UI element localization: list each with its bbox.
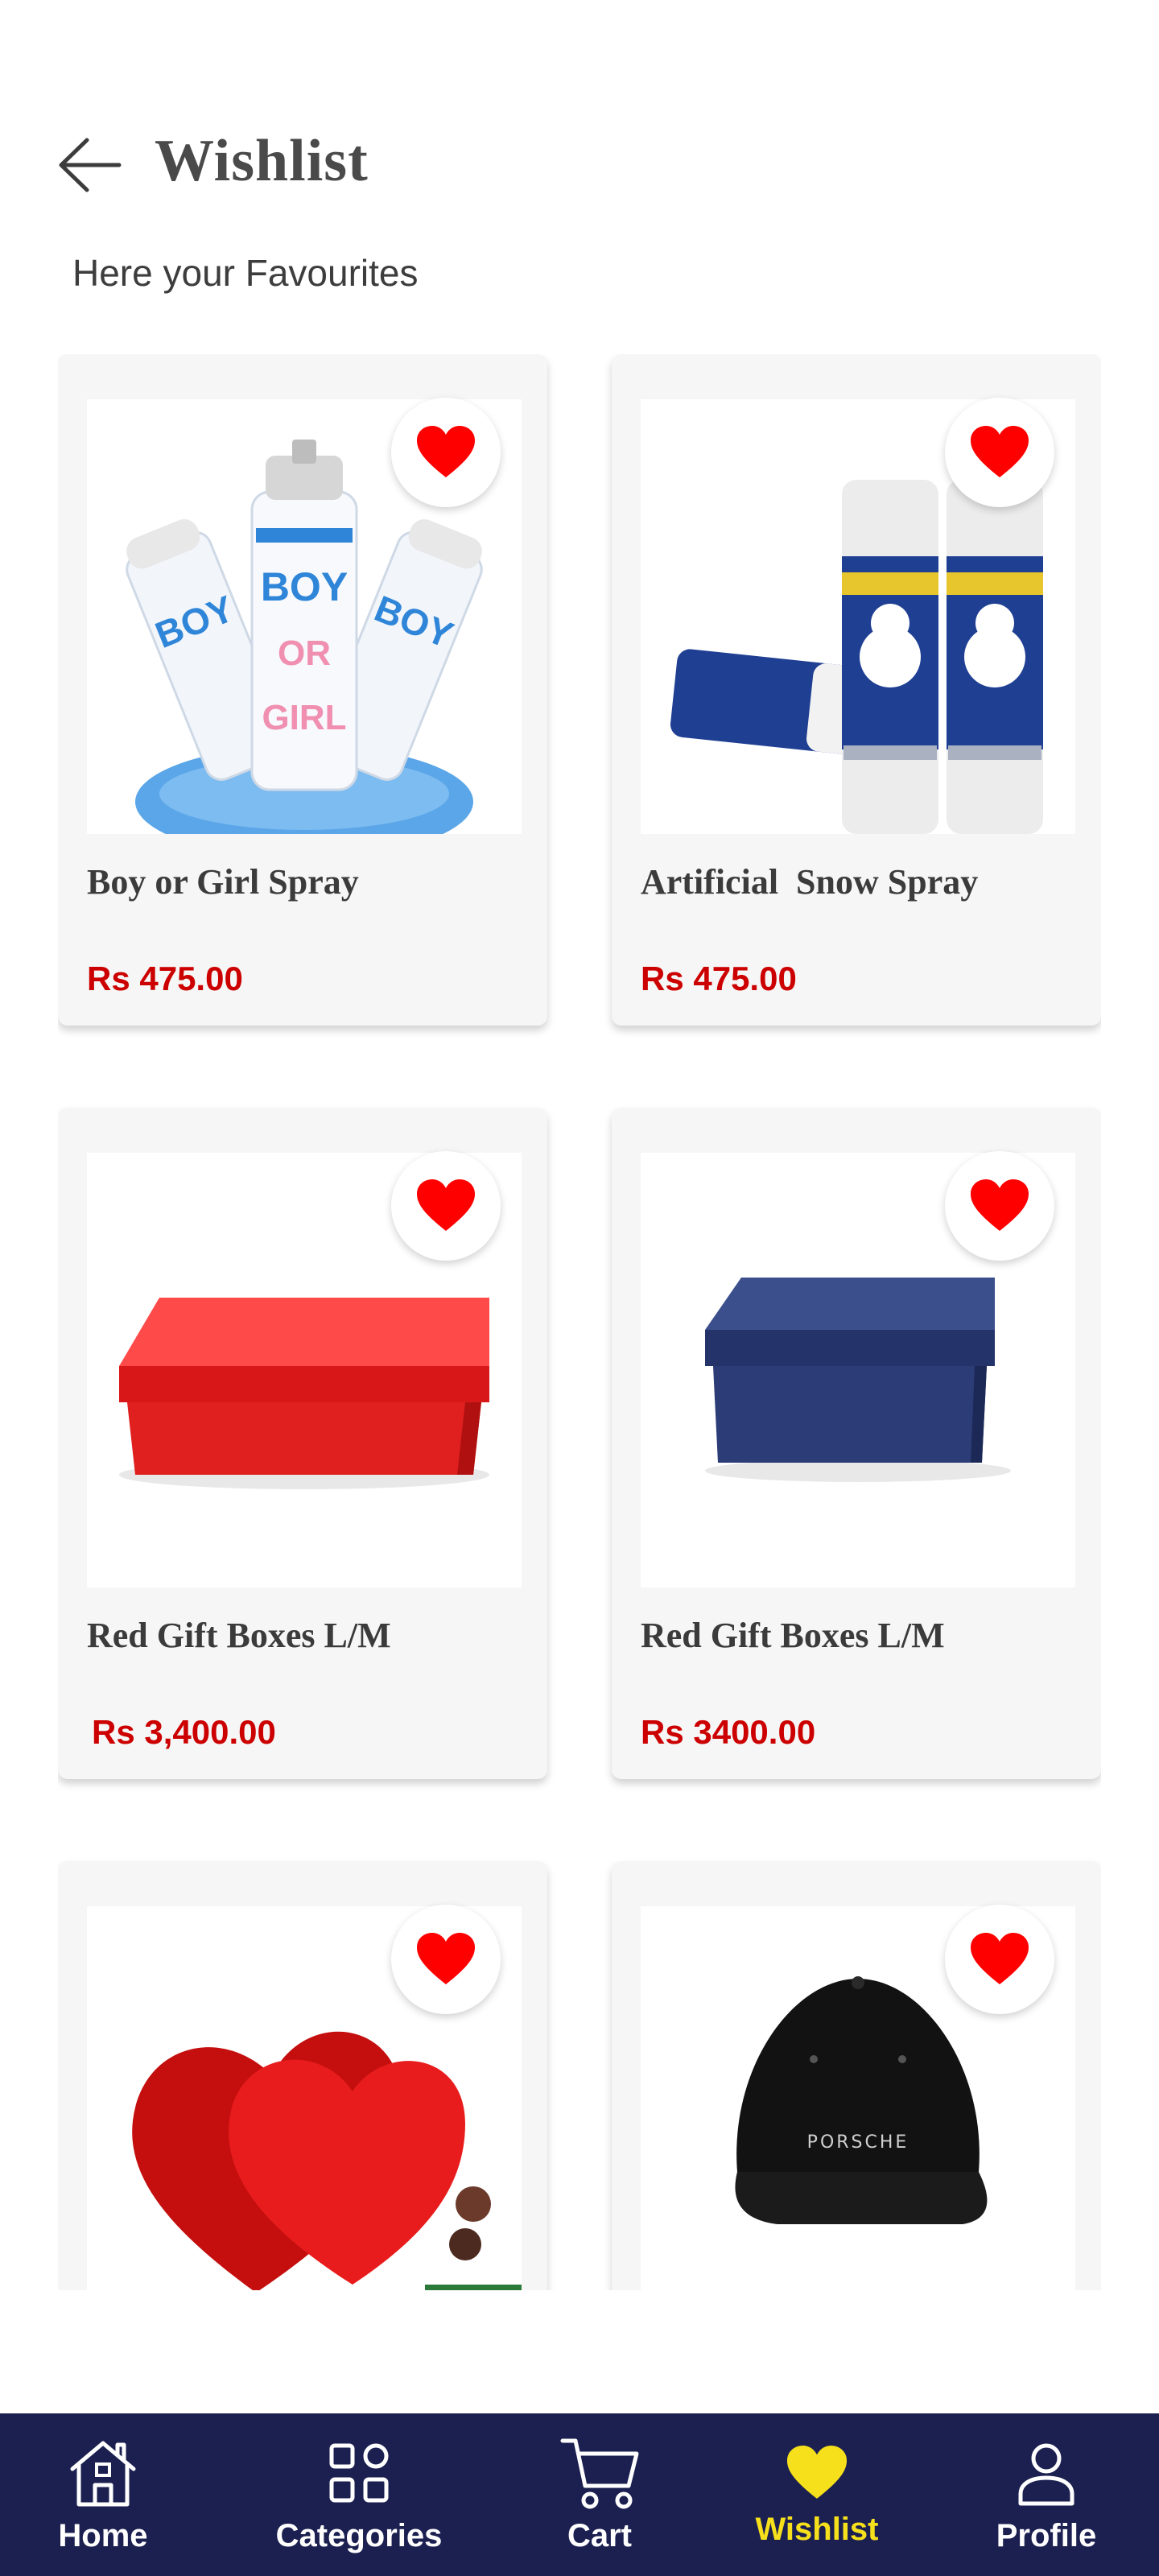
favorite-button[interactable] bbox=[945, 1905, 1054, 2014]
svg-text:BOY: BOY bbox=[261, 564, 348, 609]
arrow-left-icon bbox=[59, 138, 122, 192]
heart-icon bbox=[971, 426, 1029, 477]
product-card[interactable]: Red Gift Boxes L/M Rs 3,400.00 bbox=[58, 1108, 547, 1779]
product-name: Boy or Girl Spray bbox=[87, 862, 359, 902]
nav-item-wishlist[interactable]: Wishlist bbox=[724, 2413, 909, 2576]
nav-label: Wishlist bbox=[755, 2512, 879, 2547]
product-name: Red Gift Boxes L/M bbox=[87, 1616, 391, 1655]
product-price: Rs 475.00 bbox=[87, 960, 243, 997]
heart-icon bbox=[971, 1933, 1029, 1984]
product-card[interactable]: Red Gift Boxes L/M Rs 3400.00 bbox=[612, 1108, 1101, 1779]
product-price: Rs 3,400.00 bbox=[92, 1713, 276, 1751]
favorite-button[interactable] bbox=[945, 398, 1054, 507]
favorite-button[interactable] bbox=[391, 398, 501, 507]
user-icon bbox=[1018, 2443, 1074, 2506]
back-button[interactable] bbox=[55, 135, 122, 195]
heart-icon bbox=[417, 1179, 475, 1231]
product-price: Rs 475.00 bbox=[641, 960, 797, 997]
favorite-button[interactable] bbox=[945, 1151, 1054, 1261]
bottom-navigation: Home Categories Cart Wishlist Profile bbox=[0, 2413, 1159, 2576]
nav-label: Profile bbox=[996, 2518, 1097, 2553]
product-name: Artificial Snow Spray bbox=[641, 862, 979, 902]
product-card[interactable]: BOY BOY BOY OR GIRL Boy or Girl Spray Rs… bbox=[58, 354, 547, 1026]
nav-label: Home bbox=[58, 2518, 148, 2553]
cap-brand-text: PORSCHE bbox=[807, 2132, 909, 2153]
wishlist-screen: Wishlist Here your Favourites BOY BOY BO… bbox=[0, 0, 1159, 2576]
svg-text:OR: OR bbox=[278, 634, 331, 673]
nav-item-cart[interactable]: Cart bbox=[523, 2413, 676, 2576]
header: Wishlist bbox=[0, 121, 1159, 209]
product-price: Rs 3400.00 bbox=[641, 1713, 816, 1751]
nav-item-home[interactable]: Home bbox=[32, 2413, 174, 2576]
heart-icon bbox=[971, 1179, 1029, 1231]
product-card[interactable] bbox=[58, 1861, 547, 2290]
favorite-button[interactable] bbox=[391, 1905, 501, 2014]
nav-label: Cart bbox=[567, 2518, 633, 2553]
nav-item-profile[interactable]: Profile bbox=[966, 2413, 1127, 2576]
product-card[interactable]: Artificial Snow Spray Rs 475.00 bbox=[612, 354, 1101, 1026]
product-card[interactable]: PORSCHE bbox=[612, 1861, 1101, 2290]
grid-icon bbox=[329, 2443, 389, 2503]
heart-icon bbox=[786, 2446, 848, 2499]
home-icon bbox=[70, 2441, 136, 2507]
heart-icon bbox=[417, 1933, 475, 1984]
page-subtitle: Here your Favourites bbox=[72, 252, 419, 294]
product-name: Red Gift Boxes L/M bbox=[641, 1616, 945, 1655]
favorite-button[interactable] bbox=[391, 1151, 501, 1261]
cart-icon bbox=[560, 2438, 639, 2509]
heart-icon bbox=[417, 426, 475, 477]
page-title: Wishlist bbox=[155, 128, 369, 194]
nav-item-categories[interactable]: Categories bbox=[254, 2413, 464, 2576]
nav-label: Categories bbox=[275, 2518, 443, 2553]
svg-text:GIRL: GIRL bbox=[262, 698, 346, 737]
product-grid: BOY BOY BOY OR GIRL Boy or Girl Spray Rs… bbox=[58, 354, 1101, 2290]
